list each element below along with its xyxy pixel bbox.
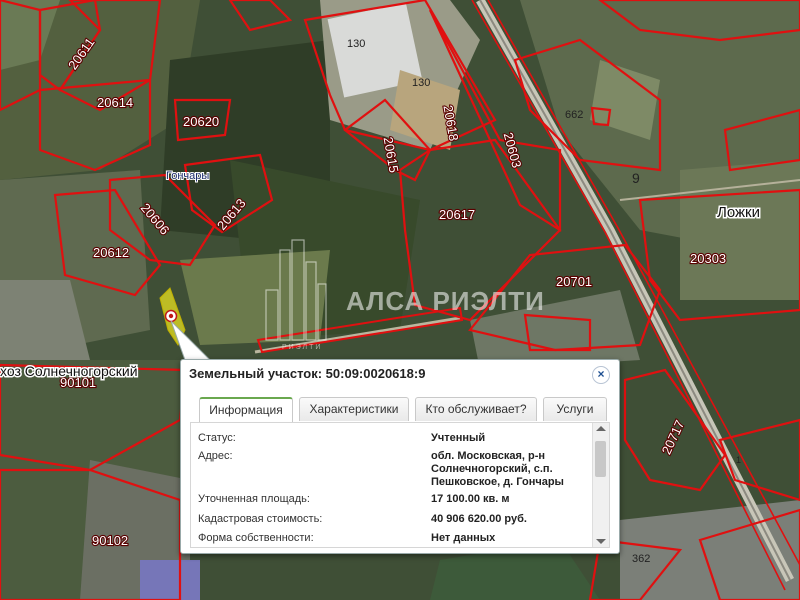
- tab-characteristics[interactable]: Характеристики: [299, 397, 409, 421]
- row-label-ownership: Форма собственности:: [198, 532, 314, 544]
- parcel-label: 20620: [183, 114, 219, 129]
- watermark-text: АЛСА РИЭЛТИ: [346, 286, 545, 316]
- row-label-status: Статус:: [198, 432, 236, 444]
- row-value-cadastral-value: 40 906 620.00 руб.: [431, 513, 527, 525]
- watermark-subtext: РИЭЛТИ: [282, 344, 322, 351]
- parcel-label: 1: [736, 455, 741, 465]
- parcel-label: 20614: [97, 95, 133, 110]
- row-value-ownership: Нет данных: [431, 532, 496, 544]
- content-scrollbar[interactable]: [592, 423, 609, 547]
- place-label-solnechnogorsky: хоз Солнечногорский: [0, 363, 138, 379]
- parcel-label: 130: [412, 77, 430, 89]
- parcel-label: 20612: [93, 245, 129, 260]
- parcel-label: 90102: [92, 533, 128, 548]
- address-line: Пешковское, д. Гончары: [431, 476, 564, 488]
- scroll-thumb[interactable]: [595, 441, 606, 477]
- scroll-up-icon[interactable]: [596, 426, 606, 431]
- row-label-area: Уточненная площадь:: [198, 493, 310, 505]
- close-icon: ×: [597, 367, 605, 381]
- parcel-label: 662: [565, 109, 583, 121]
- tab-who-serves[interactable]: Кто обслуживает?: [415, 397, 537, 421]
- address-line: Солнечногорский, с.п.: [431, 463, 553, 475]
- tab-information[interactable]: Информация: [199, 397, 293, 423]
- parcel-label: 362: [632, 553, 650, 565]
- scroll-down-icon[interactable]: [596, 539, 606, 544]
- row-value-address: обл. Московская, р-н Солнечногорский, с.…: [431, 450, 591, 489]
- row-label-cadastral-value: Кадастровая стоимость:: [198, 513, 323, 525]
- parcel-label: 20303: [690, 251, 726, 266]
- place-label-lozhki: Ложки: [717, 204, 760, 221]
- parcel-label: 130: [347, 38, 365, 50]
- row-value-status: Учтенный: [431, 432, 486, 444]
- place-label-gonchary: Гончары: [166, 170, 209, 182]
- popup-title: Земельный участок: 50:09:0020618:9: [189, 366, 426, 381]
- parcel-label: 9: [632, 170, 640, 186]
- parcel-info-popup: Земельный участок: 50:09:0020618:9 × Инф…: [180, 359, 620, 554]
- row-label-address: Адрес:: [198, 450, 233, 462]
- parcel-label: 20701: [556, 274, 592, 289]
- close-button[interactable]: ×: [592, 366, 610, 384]
- row-value-area: 17 100.00 кв. м: [431, 493, 510, 505]
- address-line: обл. Московская, р-н: [431, 450, 546, 462]
- tab-services[interactable]: Услуги: [543, 397, 607, 421]
- parcel-label: 20617: [439, 207, 475, 222]
- info-content-panel: Статус: Учтенный Адрес: обл. Московская,…: [190, 422, 610, 548]
